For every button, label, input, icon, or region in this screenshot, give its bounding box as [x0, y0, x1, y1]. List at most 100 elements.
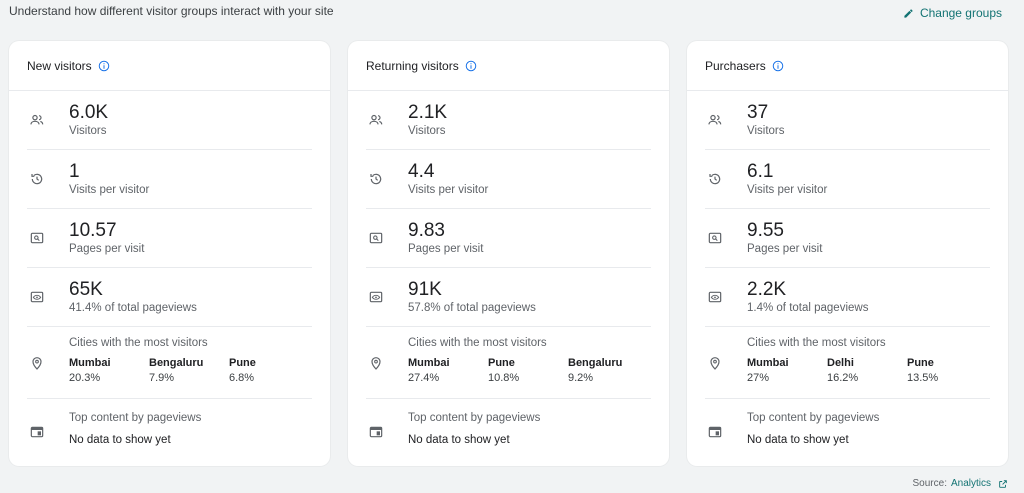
city-item: Bengaluru 7.9%	[149, 357, 229, 384]
location-pin-icon	[371, 356, 381, 370]
metric-pageviews: 91K 57.8% of total pageviews	[366, 268, 651, 327]
top-cities: Cities with the most visitors Mumbai 20.3…	[27, 327, 312, 399]
city-pct: 20.3%	[69, 372, 101, 384]
pages-per-visit-label: Pages per visit	[747, 243, 823, 255]
pageviews-label: 57.8% of total pageviews	[408, 302, 536, 314]
visits-per-visitor-label: Visits per visitor	[69, 184, 150, 196]
top-bar: Understand how different visitor groups …	[0, 0, 1024, 28]
card-new-visitors: New visitors 6.0K Visitors 1 Visits per …	[9, 41, 330, 466]
change-groups-label: Change groups	[919, 6, 1002, 20]
visitors-label: Visitors	[747, 125, 785, 137]
city-item: Pune 13.5%	[907, 357, 987, 384]
city-pct: 7.9%	[149, 372, 175, 384]
metric-visits-per-visitor: 1 Visits per visitor	[27, 150, 312, 209]
external-link-icon[interactable]	[998, 479, 1008, 489]
metric-visitors: 37 Visitors	[705, 91, 990, 150]
top-cities: Cities with the most visitors Mumbai 27% …	[705, 327, 990, 399]
city-item: Mumbai 27.4%	[408, 357, 488, 384]
card-header: Purchasers	[687, 41, 1008, 91]
metric-visits-per-visitor: 6.1 Visits per visitor	[705, 150, 990, 209]
city-pct: 13.5%	[907, 372, 939, 384]
city-name: Bengaluru	[149, 357, 204, 369]
city-item: Pune 6.8%	[229, 357, 309, 384]
metric-pages-per-visit: 10.57 Pages per visit	[27, 209, 312, 268]
top-content-empty: No data to show yet	[408, 434, 510, 446]
city-name: Mumbai	[747, 357, 789, 369]
cities-label: Cities with the most visitors	[69, 337, 208, 349]
visits-per-visitor-value: 1	[69, 161, 80, 182]
top-content-label: Top content by pageviews	[747, 412, 880, 424]
card-title: New visitors	[27, 58, 92, 73]
analytics-link[interactable]: Analytics	[951, 478, 991, 489]
pages-per-visit-value: 9.55	[747, 220, 784, 241]
people-icon	[708, 114, 722, 125]
pages-per-visit-label: Pages per visit	[69, 243, 145, 255]
city-item: Pune 10.8%	[488, 357, 568, 384]
visits-per-visitor-label: Visits per visitor	[747, 184, 828, 196]
city-name: Pune	[229, 357, 256, 369]
pencil-icon	[904, 8, 913, 18]
city-name: Pune	[907, 357, 934, 369]
visitors-label: Visitors	[69, 125, 107, 137]
card-purchasers: Purchasers 37 Visitors 6.1 Visits per vi…	[687, 41, 1008, 466]
eye-icon	[708, 291, 722, 303]
pages-per-visit-value: 9.83	[408, 220, 445, 241]
pageviews-value: 65K	[69, 279, 103, 300]
card-header: Returning visitors	[348, 41, 669, 91]
pageviews-label: 1.4% of total pageviews	[747, 302, 869, 314]
top-content: Top content by pageviews No data to show…	[705, 399, 990, 465]
change-groups-button[interactable]: Change groups	[903, 6, 1002, 20]
metric-visitors: 2.1K Visitors	[366, 91, 651, 150]
page-search-icon	[708, 232, 722, 244]
city-name: Mumbai	[69, 357, 111, 369]
eye-icon	[30, 291, 44, 303]
info-icon[interactable]	[98, 60, 110, 72]
city-item: Bengaluru 9.2%	[568, 357, 648, 384]
cities-label: Cities with the most visitors	[408, 337, 547, 349]
metric-visits-per-visitor: 4.4 Visits per visitor	[366, 150, 651, 209]
visitors-value: 2.1K	[408, 102, 448, 123]
top-content-label: Top content by pageviews	[69, 412, 202, 424]
city-pct: 27%	[747, 372, 770, 384]
metric-pages-per-visit: 9.83 Pages per visit	[366, 209, 651, 268]
city-pct: 10.8%	[488, 372, 520, 384]
people-icon	[369, 114, 383, 125]
people-icon	[30, 114, 44, 125]
top-content-empty: No data to show yet	[69, 434, 171, 446]
history-icon	[31, 173, 43, 185]
page-search-icon	[369, 232, 383, 244]
card-title: Purchasers	[705, 58, 766, 73]
source-footer: Source: Analytics	[913, 478, 1008, 489]
pageviews-value: 2.2K	[747, 279, 787, 300]
source-prefix: Source:	[912, 478, 947, 489]
page-subtitle: Understand how different visitor groups …	[9, 4, 334, 18]
visits-per-visitor-label: Visits per visitor	[408, 184, 489, 196]
web-content-icon	[369, 426, 383, 438]
info-icon[interactable]	[772, 60, 784, 72]
history-icon	[370, 173, 382, 185]
info-icon[interactable]	[465, 60, 477, 72]
city-pct: 27.4%	[408, 372, 440, 384]
top-content: Top content by pageviews No data to show…	[366, 399, 651, 465]
card-header: New visitors	[9, 41, 330, 91]
history-icon	[709, 173, 721, 185]
metric-pages-per-visit: 9.55 Pages per visit	[705, 209, 990, 268]
city-name: Delhi	[827, 357, 854, 369]
card-title: Returning visitors	[366, 58, 459, 73]
pages-per-visit-label: Pages per visit	[408, 243, 484, 255]
city-pct: 6.8%	[229, 372, 255, 384]
top-content: Top content by pageviews No data to show…	[27, 399, 312, 465]
pageviews-value: 91K	[408, 279, 442, 300]
metric-visitors: 6.0K Visitors	[27, 91, 312, 150]
city-item: Mumbai 27%	[747, 357, 827, 384]
city-item: Delhi 16.2%	[827, 357, 907, 384]
metric-pageviews: 65K 41.4% of total pageviews	[27, 268, 312, 327]
metric-pageviews: 2.2K 1.4% of total pageviews	[705, 268, 990, 327]
location-pin-icon	[710, 356, 720, 370]
city-pct: 9.2%	[568, 372, 594, 384]
cities-label: Cities with the most visitors	[747, 337, 886, 349]
pages-per-visit-value: 10.57	[69, 220, 117, 241]
city-item: Mumbai 20.3%	[69, 357, 149, 384]
page-search-icon	[30, 232, 44, 244]
visitors-label: Visitors	[408, 125, 446, 137]
